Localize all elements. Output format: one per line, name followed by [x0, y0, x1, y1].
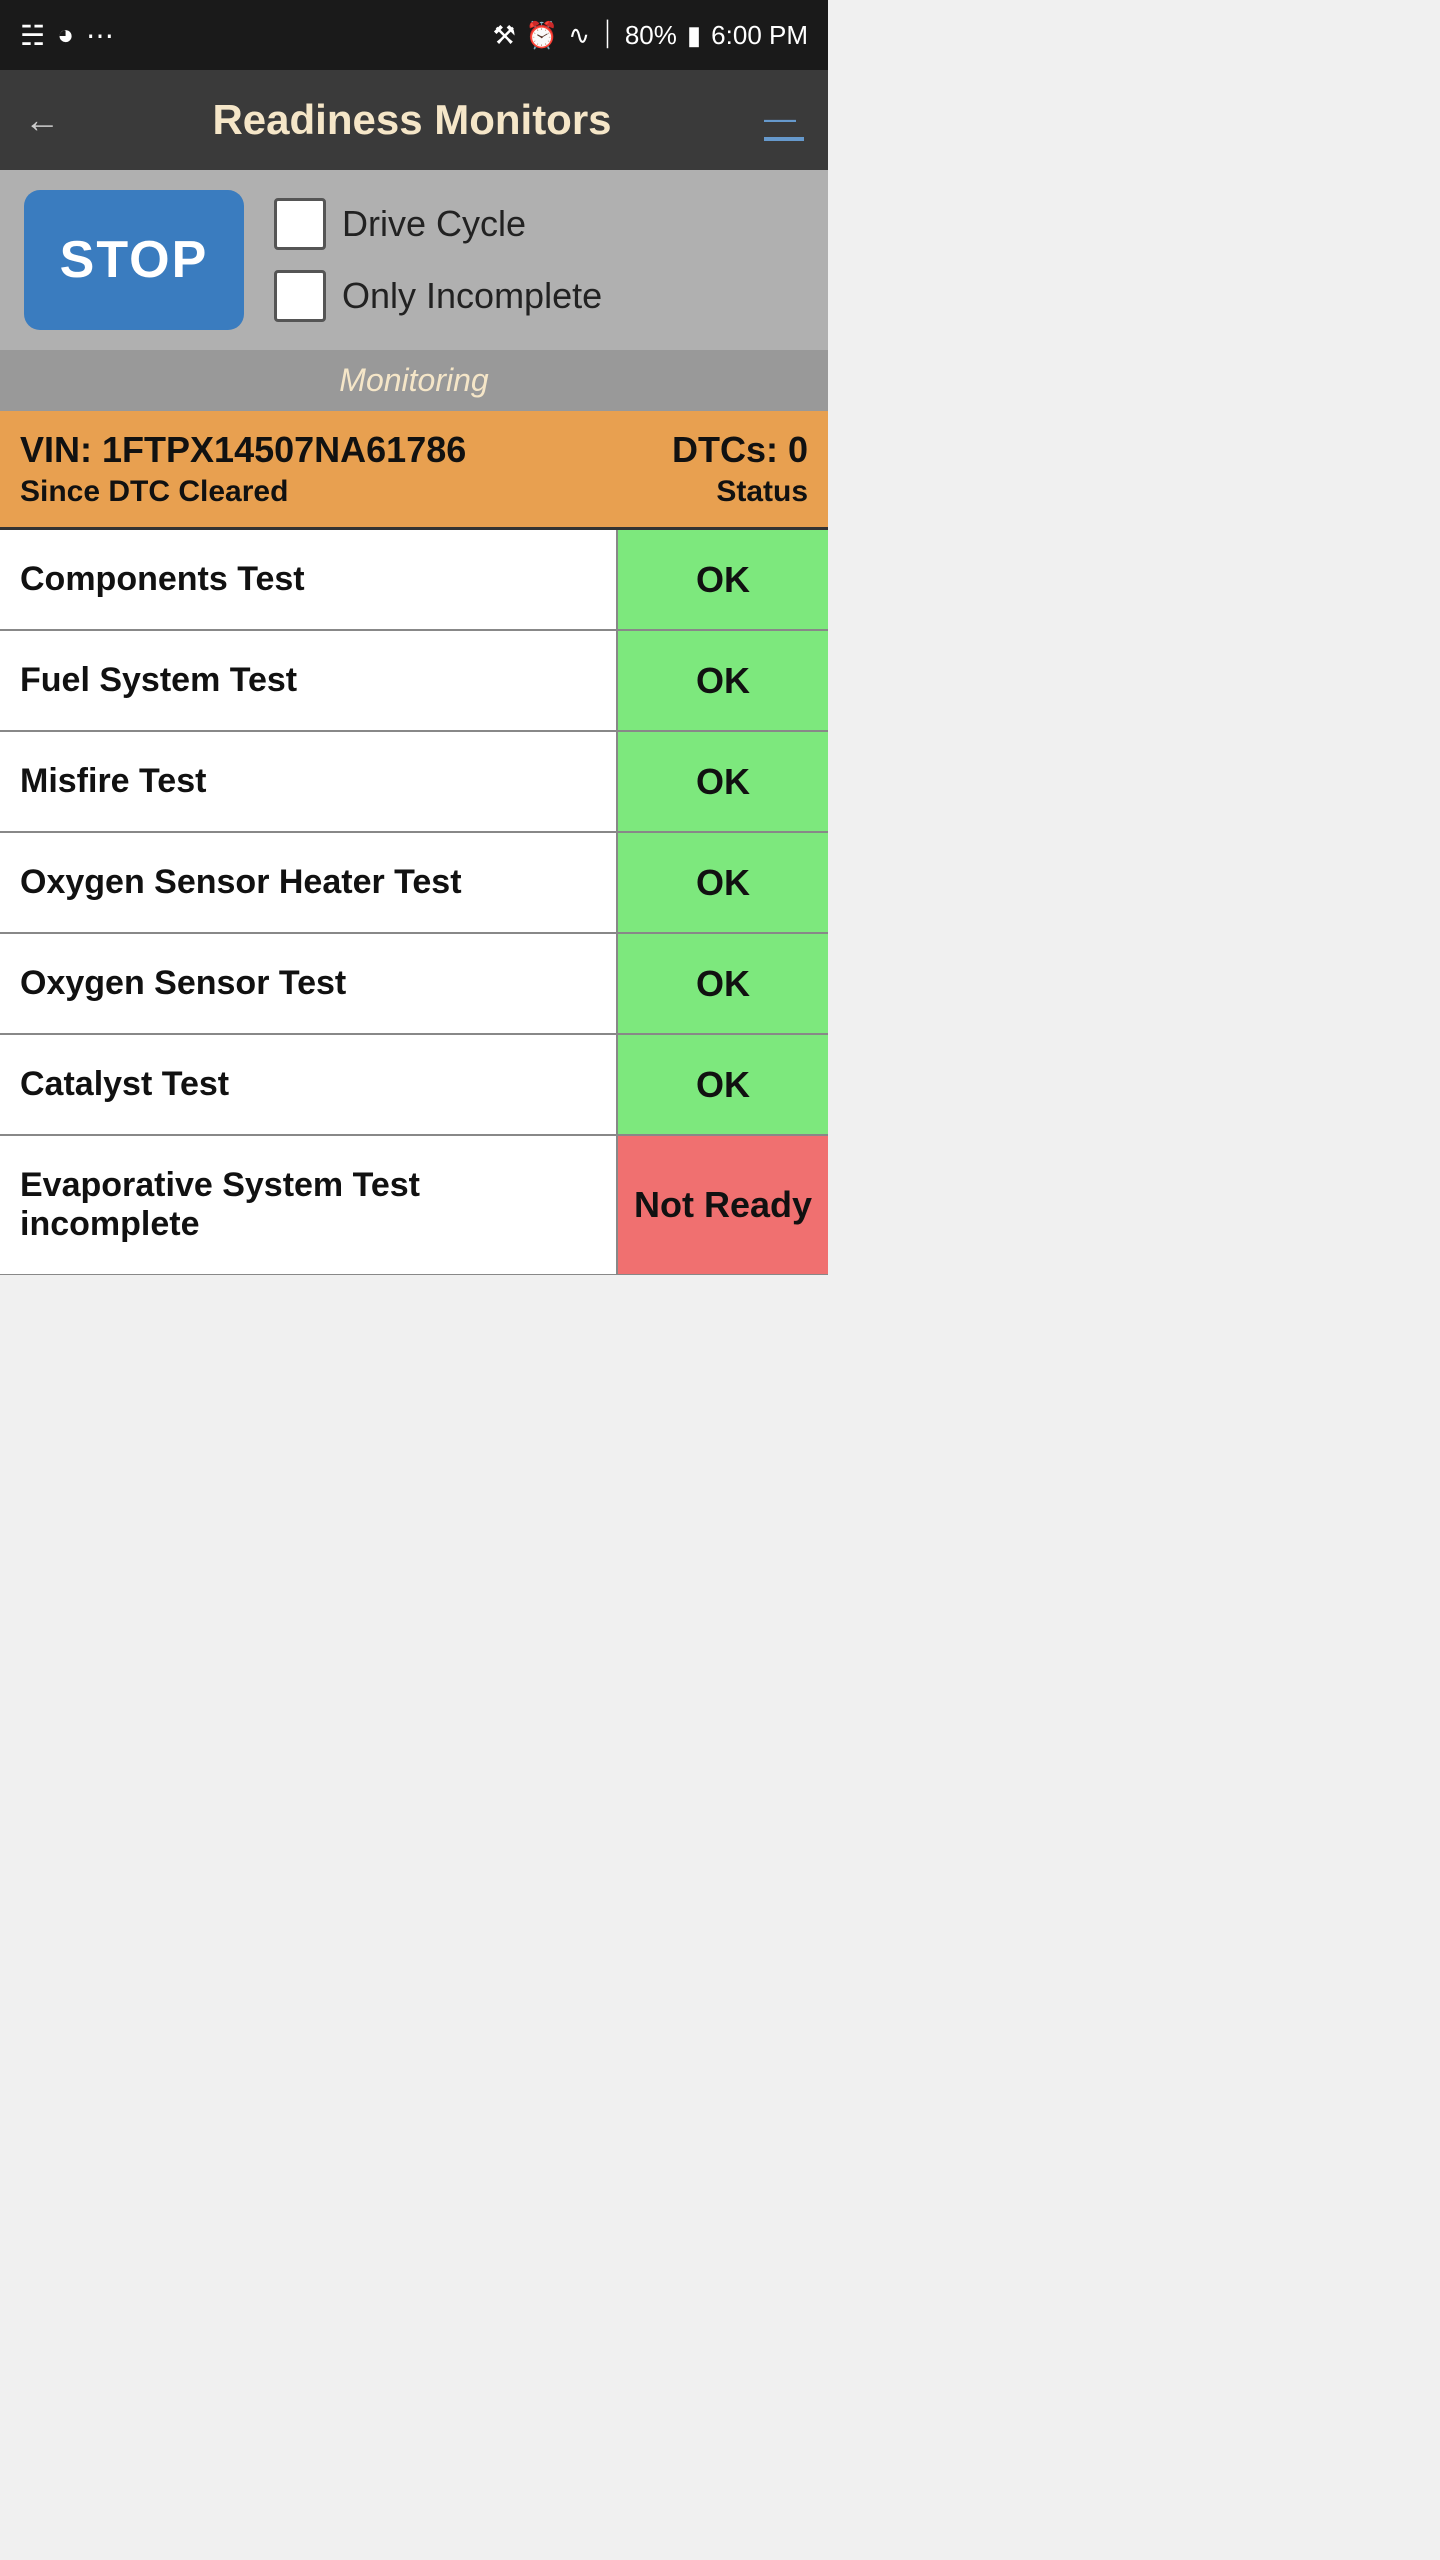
vehicle-info: VIN: 1FTPX14507NA61786 DTCs: 0 Since DTC…	[0, 411, 828, 530]
network-icon: ⏐	[600, 19, 615, 51]
voicemail-icon: ☵	[20, 19, 45, 52]
monitor-status: OK	[618, 732, 828, 831]
monitoring-label: Monitoring	[0, 350, 828, 411]
only-incomplete-label: Only Incomplete	[342, 275, 602, 317]
monitor-name: Catalyst Test	[0, 1035, 618, 1134]
drive-cycle-checkbox-row[interactable]: Drive Cycle	[274, 198, 602, 250]
monitor-name: Oxygen Sensor Heater Test	[0, 833, 618, 932]
drive-cycle-label: Drive Cycle	[342, 203, 526, 245]
minimize-button[interactable]: —	[764, 100, 804, 141]
only-incomplete-checkbox[interactable]	[274, 270, 326, 322]
only-incomplete-checkbox-row[interactable]: Only Incomplete	[274, 270, 602, 322]
monitor-name: Components Test	[0, 530, 618, 629]
bottom-space	[0, 1275, 828, 1375]
monitor-status: Not Ready	[618, 1136, 828, 1274]
bluetooth-icon: ⚒	[493, 20, 516, 51]
stop-button[interactable]: STOP	[24, 190, 244, 330]
since-dtc-cleared-label: Since DTC Cleared	[20, 475, 288, 509]
status-bar-left: ☵ ◕ ⋯	[20, 19, 114, 52]
controls-area: STOP Drive Cycle Only Incomplete	[0, 170, 828, 350]
header: ← Readiness Monitors —	[0, 70, 828, 170]
battery-percentage: 80%	[625, 20, 677, 51]
checkboxes-container: Drive Cycle Only Incomplete	[274, 198, 602, 322]
table-row: Evaporative System Test incompleteNot Re…	[0, 1136, 828, 1275]
drive-cycle-checkbox[interactable]	[274, 198, 326, 250]
monitor-status: OK	[618, 1035, 828, 1134]
monitor-status: OK	[618, 833, 828, 932]
table-row: Oxygen Sensor TestOK	[0, 934, 828, 1035]
table-row: Oxygen Sensor Heater TestOK	[0, 833, 828, 934]
monitor-name: Evaporative System Test incomplete	[0, 1136, 618, 1274]
monitor-status: OK	[618, 530, 828, 629]
status-bar-right: ⚒ ⏰ ∿ ⏐ 80% ▮ 6:00 PM	[493, 19, 808, 51]
monitor-list: Components TestOKFuel System TestOKMisfi…	[0, 530, 828, 1275]
apps-icon: ⋯	[86, 19, 114, 52]
status-column-label: Status	[716, 475, 808, 509]
table-row: Fuel System TestOK	[0, 631, 828, 732]
status-bar: ☵ ◕ ⋯ ⚒ ⏰ ∿ ⏐ 80% ▮ 6:00 PM	[0, 0, 828, 70]
monitor-name: Misfire Test	[0, 732, 618, 831]
monitor-status: OK	[618, 631, 828, 730]
table-row: Catalyst TestOK	[0, 1035, 828, 1136]
table-row: Components TestOK	[0, 530, 828, 631]
page-title: Readiness Monitors	[60, 96, 764, 144]
battery-icon: ▮	[687, 20, 701, 51]
wifi-icon: ∿	[568, 20, 590, 51]
vin-text: VIN: 1FTPX14507NA61786	[20, 429, 466, 471]
alarm-icon: ⏰	[526, 20, 558, 51]
signal-icon: ◕	[57, 19, 74, 51]
back-button[interactable]: ←	[24, 99, 60, 141]
clock: 6:00 PM	[711, 20, 808, 51]
dtcs-text: DTCs: 0	[672, 429, 808, 471]
monitor-status: OK	[618, 934, 828, 1033]
monitor-name: Fuel System Test	[0, 631, 618, 730]
monitor-name: Oxygen Sensor Test	[0, 934, 618, 1033]
table-row: Misfire TestOK	[0, 732, 828, 833]
